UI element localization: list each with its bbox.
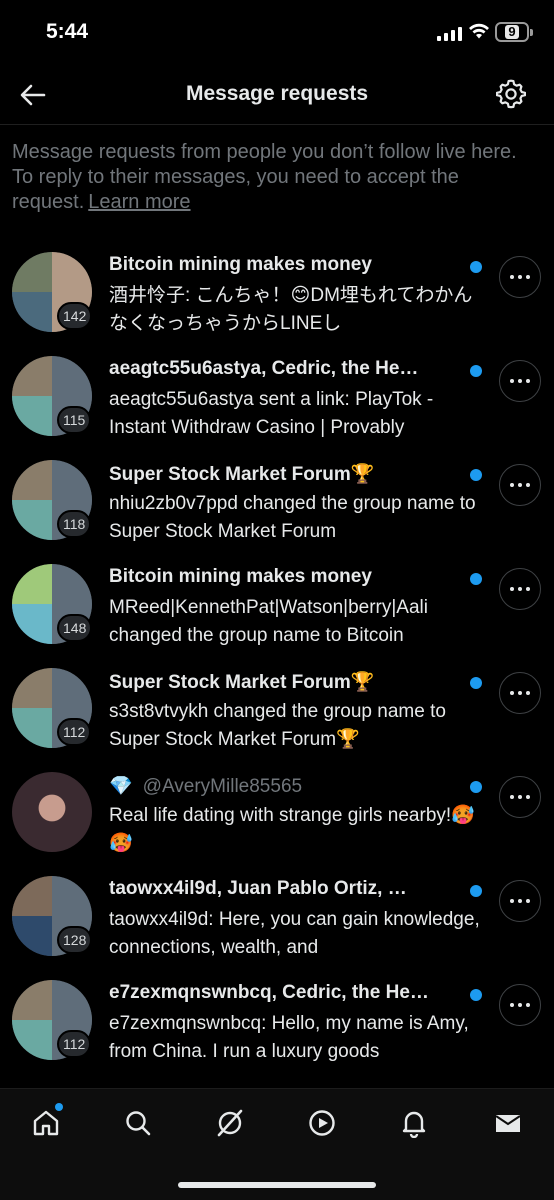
member-count-badge: 112 xyxy=(57,718,92,746)
conversation-title: Super Stock Market Forum🏆 xyxy=(109,672,375,693)
conversation-title: e7zexmqnswnbcq, Cedric, the He… xyxy=(109,982,429,1003)
message-preview: 酒井怜子: こんちゃ！😊DM埋もれてわかんなくなっちゃうからLINEし xyxy=(109,285,473,334)
home-notification-dot xyxy=(55,1103,63,1111)
tab-video[interactable] xyxy=(302,1103,342,1143)
member-count-badge: 142 xyxy=(57,302,93,330)
unread-indicator xyxy=(470,573,482,585)
conversation-title: Bitcoin mining makes money xyxy=(109,254,372,275)
list-item[interactable]: 112 Super Stock Market Forum🏆 s3st8vtvyk… xyxy=(0,660,554,764)
unread-indicator xyxy=(470,989,482,1001)
page-title: Message requests xyxy=(185,82,369,105)
list-item[interactable]: 128 taowxx4il9d, Juan Pablo Ortiz, … tao… xyxy=(0,868,554,972)
play-icon xyxy=(309,1110,335,1136)
list-item[interactable]: 118 Super Stock Market Forum🏆 nhiu2zb0v7… xyxy=(0,452,554,556)
conversation-title: Bitcoin mining makes money xyxy=(109,566,372,587)
more-options-button[interactable] xyxy=(499,464,541,506)
intro-text: Message requests from people you don’t f… xyxy=(12,140,532,215)
message-preview: aeagtc55u6astya sent a link: PlayTok - I… xyxy=(109,389,434,438)
unread-indicator xyxy=(470,469,482,481)
wifi-icon xyxy=(469,23,489,39)
conversation-title: 💎 @AveryMille85565 xyxy=(109,774,461,798)
more-options-button[interactable] xyxy=(499,776,541,818)
more-options-button[interactable] xyxy=(499,256,541,298)
tab-search[interactable] xyxy=(118,1103,158,1143)
unread-indicator xyxy=(470,677,482,689)
message-preview: MReed|KennethPat|Watson|berry|Aali chang… xyxy=(109,597,428,646)
battery-level: 9 xyxy=(505,25,519,39)
message-preview: taowxx4il9d: Here, you can gain knowledg… xyxy=(109,909,480,958)
status-bar: 5:44 9 xyxy=(0,0,554,66)
message-request-list: 142 Bitcoin mining makes money 酒井怜子: こんち… xyxy=(0,244,554,1076)
header-divider xyxy=(0,124,554,125)
message-preview: nhiu2zb0v7ppd changed the group name to … xyxy=(109,493,476,542)
user-avatar xyxy=(12,772,92,852)
gear-icon[interactable] xyxy=(496,79,526,109)
grok-icon xyxy=(217,1109,243,1137)
tab-messages[interactable] xyxy=(488,1103,528,1143)
signal-icon xyxy=(437,27,462,41)
header: Message requests xyxy=(0,66,554,124)
member-count-badge: 148 xyxy=(57,614,93,642)
mail-icon xyxy=(495,1115,521,1132)
more-options-button[interactable] xyxy=(499,880,541,922)
member-count-badge: 118 xyxy=(57,510,92,538)
tab-grok[interactable] xyxy=(210,1103,250,1143)
conversation-title: aeagtc55u6astya, Cedric, the He… xyxy=(109,358,419,379)
message-preview: e7zexmqnswnbcq: Hello, my name is Amy, f… xyxy=(109,1013,469,1062)
unread-indicator xyxy=(470,261,482,273)
conversation-title: Super Stock Market Forum🏆 xyxy=(109,464,375,485)
diamond-emoji: 💎 xyxy=(109,776,133,797)
message-preview: s3st8vtvykh changed the group name to Su… xyxy=(109,701,446,750)
unread-indicator xyxy=(470,781,482,793)
more-options-button[interactable] xyxy=(499,568,541,610)
user-handle: @AveryMille85565 xyxy=(142,776,303,797)
more-options-button[interactable] xyxy=(499,672,541,714)
unread-indicator xyxy=(470,365,482,377)
learn-more-link[interactable]: Learn more xyxy=(88,191,190,213)
member-count-badge: 112 xyxy=(57,1030,92,1058)
list-item[interactable]: 115 aeagtc55u6astya, Cedric, the He… aea… xyxy=(0,348,554,452)
bell-icon xyxy=(402,1111,426,1138)
conversation-title: taowxx4il9d, Juan Pablo Ortiz, … xyxy=(109,878,407,899)
unread-indicator xyxy=(470,885,482,897)
list-item[interactable]: 112 e7zexmqnswnbcq, Cedric, the He… e7ze… xyxy=(0,972,554,1076)
more-options-button[interactable] xyxy=(499,984,541,1026)
status-time: 5:44 xyxy=(46,20,89,43)
more-options-button[interactable] xyxy=(499,360,541,402)
search-icon xyxy=(126,1111,151,1136)
home-indicator xyxy=(178,1182,376,1188)
list-item[interactable]: 142 Bitcoin mining makes money 酒井怜子: こんち… xyxy=(0,244,554,348)
battery-icon: 9 xyxy=(495,22,533,42)
message-preview: Real life dating with strange girls near… xyxy=(109,805,475,854)
member-count-badge: 128 xyxy=(57,926,93,954)
home-icon xyxy=(33,1110,59,1136)
member-count-badge: 115 xyxy=(57,406,92,434)
tab-notifications[interactable] xyxy=(394,1103,434,1143)
list-item[interactable]: 148 Bitcoin mining makes money MReed|Ken… xyxy=(0,556,554,660)
list-item[interactable]: 💎 @AveryMille85565 Real life dating with … xyxy=(0,764,554,868)
